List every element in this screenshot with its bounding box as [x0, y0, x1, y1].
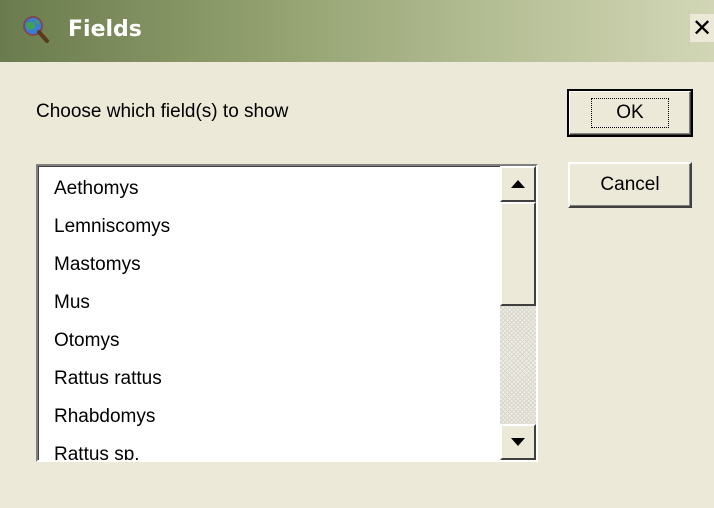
fields-dialog: Fields ✕ Choose which field(s) to show O…	[0, 0, 714, 508]
arrow-up-icon	[511, 180, 525, 188]
list-item[interactable]: Rattus rattus	[38, 360, 498, 398]
field-list: Aethomys Lemniscomys Mastomys Mus Otomys…	[38, 170, 498, 460]
list-item[interactable]: Lemniscomys	[38, 208, 498, 246]
prompt-label: Choose which field(s) to show	[36, 101, 289, 122]
arrow-down-icon	[511, 438, 525, 446]
close-icon: ✕	[691, 14, 713, 42]
ok-button-label: OK	[591, 98, 669, 128]
close-button[interactable]: ✕	[690, 14, 714, 42]
scrollbar-thumb[interactable]	[500, 202, 536, 306]
window-title: Fields	[68, 17, 142, 42]
list-item[interactable]: Otomys	[38, 322, 498, 360]
list-item[interactable]: Aethomys	[38, 170, 498, 208]
fields-listbox[interactable]: Aethomys Lemniscomys Mastomys Mus Otomys…	[36, 164, 538, 462]
list-item[interactable]: Mastomys	[38, 246, 498, 284]
scroll-down-button[interactable]	[500, 424, 536, 460]
title-bar[interactable]: Fields ✕	[0, 0, 714, 62]
list-item[interactable]: Rhabdomys	[38, 398, 498, 436]
cancel-button-label: Cancel	[600, 174, 660, 195]
cancel-button[interactable]: Cancel	[568, 162, 692, 208]
list-item[interactable]: Mus	[38, 284, 498, 322]
scroll-up-button[interactable]	[500, 166, 536, 202]
vertical-scrollbar[interactable]	[500, 166, 536, 460]
list-item[interactable]: Rattus sp.	[38, 436, 498, 460]
ok-button[interactable]: OK	[567, 89, 693, 137]
globe-magnifier-icon	[23, 16, 49, 43]
